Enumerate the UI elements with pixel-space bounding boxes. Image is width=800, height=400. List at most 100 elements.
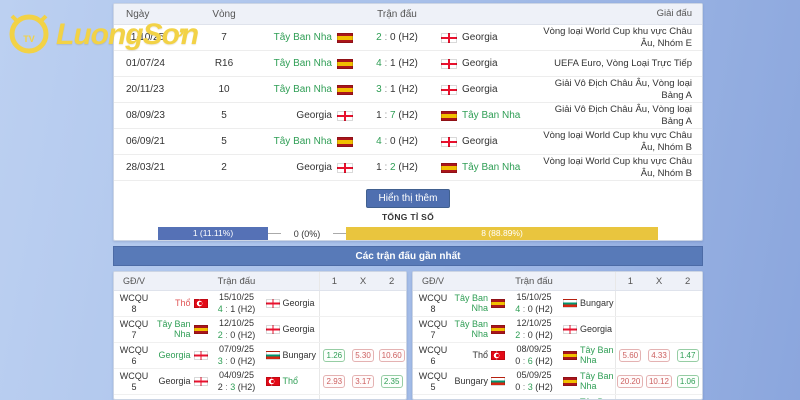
recent-match-row[interactable]: 08/06/25 (114, 395, 406, 399)
recent-match-row[interactable]: UNL F 09/06/25 Tây Ban Nha (413, 395, 702, 399)
odds-2[interactable]: 10.60 (377, 349, 406, 362)
brand-logo[interactable]: TV LuongSơn (4, 12, 199, 58)
odds-x[interactable]: 4.33 (645, 349, 674, 362)
recent-match-row[interactable]: WCQU 8 Tây Ban Nha 15/10/25 4 : 0 (H2) Bun… (413, 291, 702, 317)
match-date: 08/09/23 (126, 110, 165, 121)
home-team-name[interactable]: Tây Ban Nha (264, 58, 332, 69)
round-code: WCQU 6 (418, 345, 448, 366)
odds-value[interactable]: 10.60 (378, 349, 405, 362)
home-team-name[interactable]: Tây Ban Nha (264, 32, 332, 43)
total-score-bar: 1 (11.11%) 0 (0%) 8 (88.89%) (114, 227, 702, 240)
match-date: 28/03/21 (126, 162, 165, 173)
col-x-label: X (359, 275, 367, 287)
away-team-name[interactable]: Georgia (462, 32, 530, 43)
tr-flag-icon (491, 351, 505, 360)
recent-match-row[interactable]: WCQU 7 Tây Ban Nha 12/10/25 2 : 0 (H2) Geo… (114, 317, 406, 343)
odds-value[interactable]: 1.47 (676, 349, 699, 362)
recent-header-row: GĐ/V Trận đấu 1 X 2 (114, 272, 406, 291)
recent-match-row[interactable]: WCQU 5 Georgia 04/09/25 2 : 3 (H2) Thổ 2.9… (114, 369, 406, 395)
away-team-name[interactable]: Bungary (580, 298, 615, 308)
odds-1[interactable]: 2.93 (320, 375, 349, 388)
col-1-label: 1 (627, 275, 633, 287)
date-and-score: 15/10/25 4 : 1 (H2) (217, 292, 256, 314)
ge-flag-icon (563, 325, 577, 334)
ge-flag-icon (193, 377, 208, 386)
home-team-name[interactable]: Tây Ban Nha (453, 293, 488, 313)
home-team-name[interactable]: Georgia (154, 376, 190, 386)
home-team-name[interactable]: Thổ (453, 350, 488, 360)
away-team-name[interactable]: Georgia (462, 84, 530, 95)
odds-value[interactable]: 20.20 (617, 375, 644, 388)
away-team-name[interactable]: Tây Ban Nha (462, 110, 530, 121)
odds-value[interactable]: 3.17 (352, 375, 374, 388)
es-flag-icon (193, 325, 208, 334)
home-team-name[interactable]: Georgia (154, 350, 190, 360)
away-team-name[interactable]: Bungary (283, 350, 320, 360)
home-team-name[interactable]: Thổ (154, 298, 191, 308)
bg-flag-icon (563, 299, 577, 308)
ge-flag-icon (441, 32, 457, 43)
h2h-match-row[interactable]: 08/09/23 5 Georgia 1 : 7 (H2) Tây Ban Nh… (114, 103, 702, 129)
odds-2[interactable]: 1.06 (673, 375, 702, 388)
home-team-name[interactable]: Tây Ban Nha (453, 319, 488, 339)
ge-flag-icon (441, 58, 457, 69)
recent-match-row[interactable]: WCQU 6 Georgia 07/09/25 3 : 0 (H2) Bungary… (114, 343, 406, 369)
odds-value[interactable]: 2.93 (323, 375, 346, 388)
recent-match-row[interactable]: WCQU 8 Thổ 15/10/25 4 : 1 (H2) Georgia (114, 291, 406, 317)
recent-match-row[interactable]: WCQU 6 Thổ 08/09/25 0 : 6 (H2) Tây Ban Nha… (413, 343, 702, 369)
away-team-name[interactable]: Georgia (462, 136, 530, 147)
odds-value[interactable]: 5.30 (352, 349, 374, 362)
tr-flag-icon (193, 299, 208, 308)
odds-1[interactable]: 5.60 (616, 349, 645, 362)
home-team-name[interactable]: Tây Ban Nha (264, 84, 332, 95)
odds-2[interactable]: 2.35 (377, 375, 406, 388)
h2h-match-row[interactable]: 28/03/21 2 Georgia 1 : 2 (H2) Tây Ban Nh… (114, 155, 702, 181)
show-more-button[interactable]: Hiển thị thêm (365, 189, 451, 208)
odds-2[interactable]: 1.47 (673, 349, 702, 362)
home-team-name[interactable]: Tây Ban Nha (264, 136, 332, 147)
h2h-match-row[interactable]: 11/10/25 7 Tây Ban Nha 2 : 0 (H2) Georgi… (114, 25, 702, 51)
date-and-score: 04/09/25 2 : 3 (H2) (217, 370, 256, 392)
h2h-match-row[interactable]: 01/07/24 R16 Tây Ban Nha 4 : 1 (H2) Geor… (114, 51, 702, 77)
away-team-name[interactable]: Georgia (283, 298, 320, 308)
lion-tv-icon: TV (9, 14, 49, 54)
away-team-name[interactable]: Georgia (283, 324, 320, 334)
away-team-name[interactable]: Tây Ban Nha (580, 371, 615, 391)
odds-value[interactable]: 2.35 (380, 375, 403, 388)
odds-x[interactable]: 5.30 (349, 349, 378, 362)
home-team-name[interactable]: Georgia (264, 110, 332, 121)
match-round: R16 (214, 58, 234, 69)
away-team-name[interactable]: Thổ (283, 376, 320, 386)
away-team-name[interactable]: Tây Ban Nha (462, 162, 530, 173)
h2h-match-row[interactable]: 20/11/23 10 Tây Ban Nha 3 : 1 (H2) Georg… (114, 77, 702, 103)
home-team-name[interactable]: Bungary (453, 376, 488, 386)
h2h-match-row[interactable]: 06/09/21 5 Tây Ban Nha 4 : 0 (H2) Georgi… (114, 129, 702, 155)
date-and-score: 05/09/25 0 : 3 (H2) (515, 370, 553, 392)
home-team-name[interactable]: Georgia (264, 162, 332, 173)
recent-left-body: WCQU 8 Thổ 15/10/25 4 : 1 (H2) Georgia WCQ… (114, 291, 406, 399)
home-team-name[interactable]: Tây Ban Nha (154, 319, 191, 339)
odds-value[interactable]: 5.60 (619, 349, 642, 362)
es-flag-icon (337, 84, 353, 95)
odds-1[interactable]: 20.20 (616, 375, 645, 388)
es-flag-icon (441, 110, 457, 121)
odds-x[interactable]: 10.12 (645, 375, 674, 388)
away-team-name[interactable]: Georgia (462, 58, 530, 69)
odds-value[interactable]: 4.33 (648, 349, 670, 362)
match-score: 1 : 2 (H2) (376, 162, 418, 173)
recent-match-row[interactable]: WCQU 5 Bungary 05/09/25 0 : 3 (H2) Tây Ban… (413, 369, 702, 395)
col-x-label: X (655, 275, 663, 287)
recent-header-row: GĐ/V Trận đấu 1 X 2 (413, 272, 702, 291)
odds-1[interactable]: 1.26 (320, 349, 349, 362)
odds-value[interactable]: 1.26 (323, 349, 346, 362)
col-match-label: Trận đấu (515, 275, 553, 287)
odds-x[interactable]: 3.17 (349, 375, 378, 388)
match-date: 20/11/23 (126, 84, 165, 95)
recent-match-row[interactable]: WCQU 7 Tây Ban Nha 12/10/25 2 : 0 (H2) Geo… (413, 317, 702, 343)
odds-value[interactable]: 10.12 (645, 375, 673, 388)
away-team-name[interactable]: Tây Ban Nha (580, 345, 615, 365)
bar-connector (268, 233, 281, 234)
bar-connector (333, 233, 346, 234)
odds-value[interactable]: 1.06 (676, 375, 699, 388)
away-team-name[interactable]: Georgia (580, 324, 615, 334)
